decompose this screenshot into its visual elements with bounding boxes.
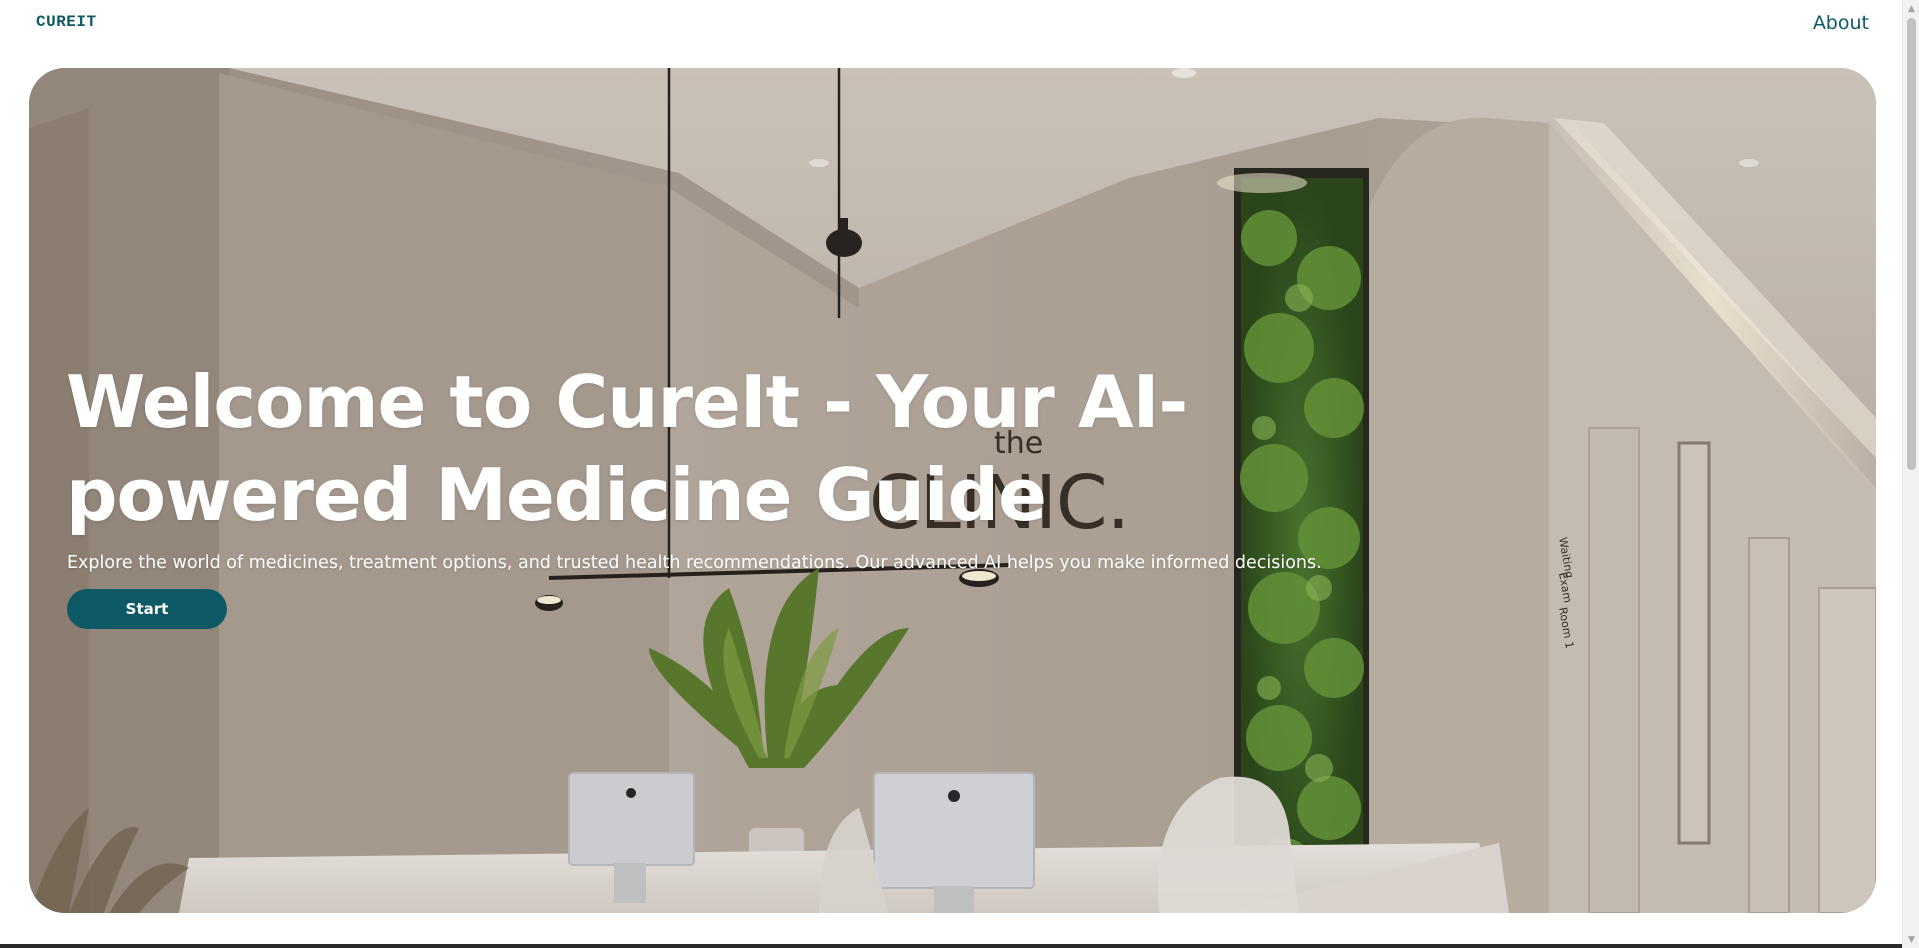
scroll-down-arrow-icon[interactable]: ▼ (1903, 931, 1919, 948)
brand-logo[interactable]: CUREIT (36, 13, 97, 31)
start-button[interactable]: Start (67, 589, 227, 629)
hero-title-line-1: Welcome to CureIt - Your AI- (66, 360, 1188, 444)
hero-section: Waiting Exam Room 1 the CLINIC. Welcome … (29, 68, 1876, 913)
hero-subtitle: Explore the world of medicines, treatmen… (67, 553, 1322, 573)
scroll-up-arrow-icon[interactable]: ▲ (1903, 0, 1919, 17)
nav-link-about[interactable]: About (1813, 12, 1869, 34)
scrollbar-thumb[interactable] (1907, 18, 1916, 470)
page-scrollbar[interactable]: ▲ ▼ (1902, 0, 1919, 948)
page-bottom-edge (0, 944, 1902, 948)
hero-title-line-2: powered Medicine Guide (66, 453, 1047, 537)
hero-title: Welcome to CureIt - Your AI- powered Med… (66, 356, 1188, 542)
top-nav: CUREIT About (0, 0, 1900, 60)
